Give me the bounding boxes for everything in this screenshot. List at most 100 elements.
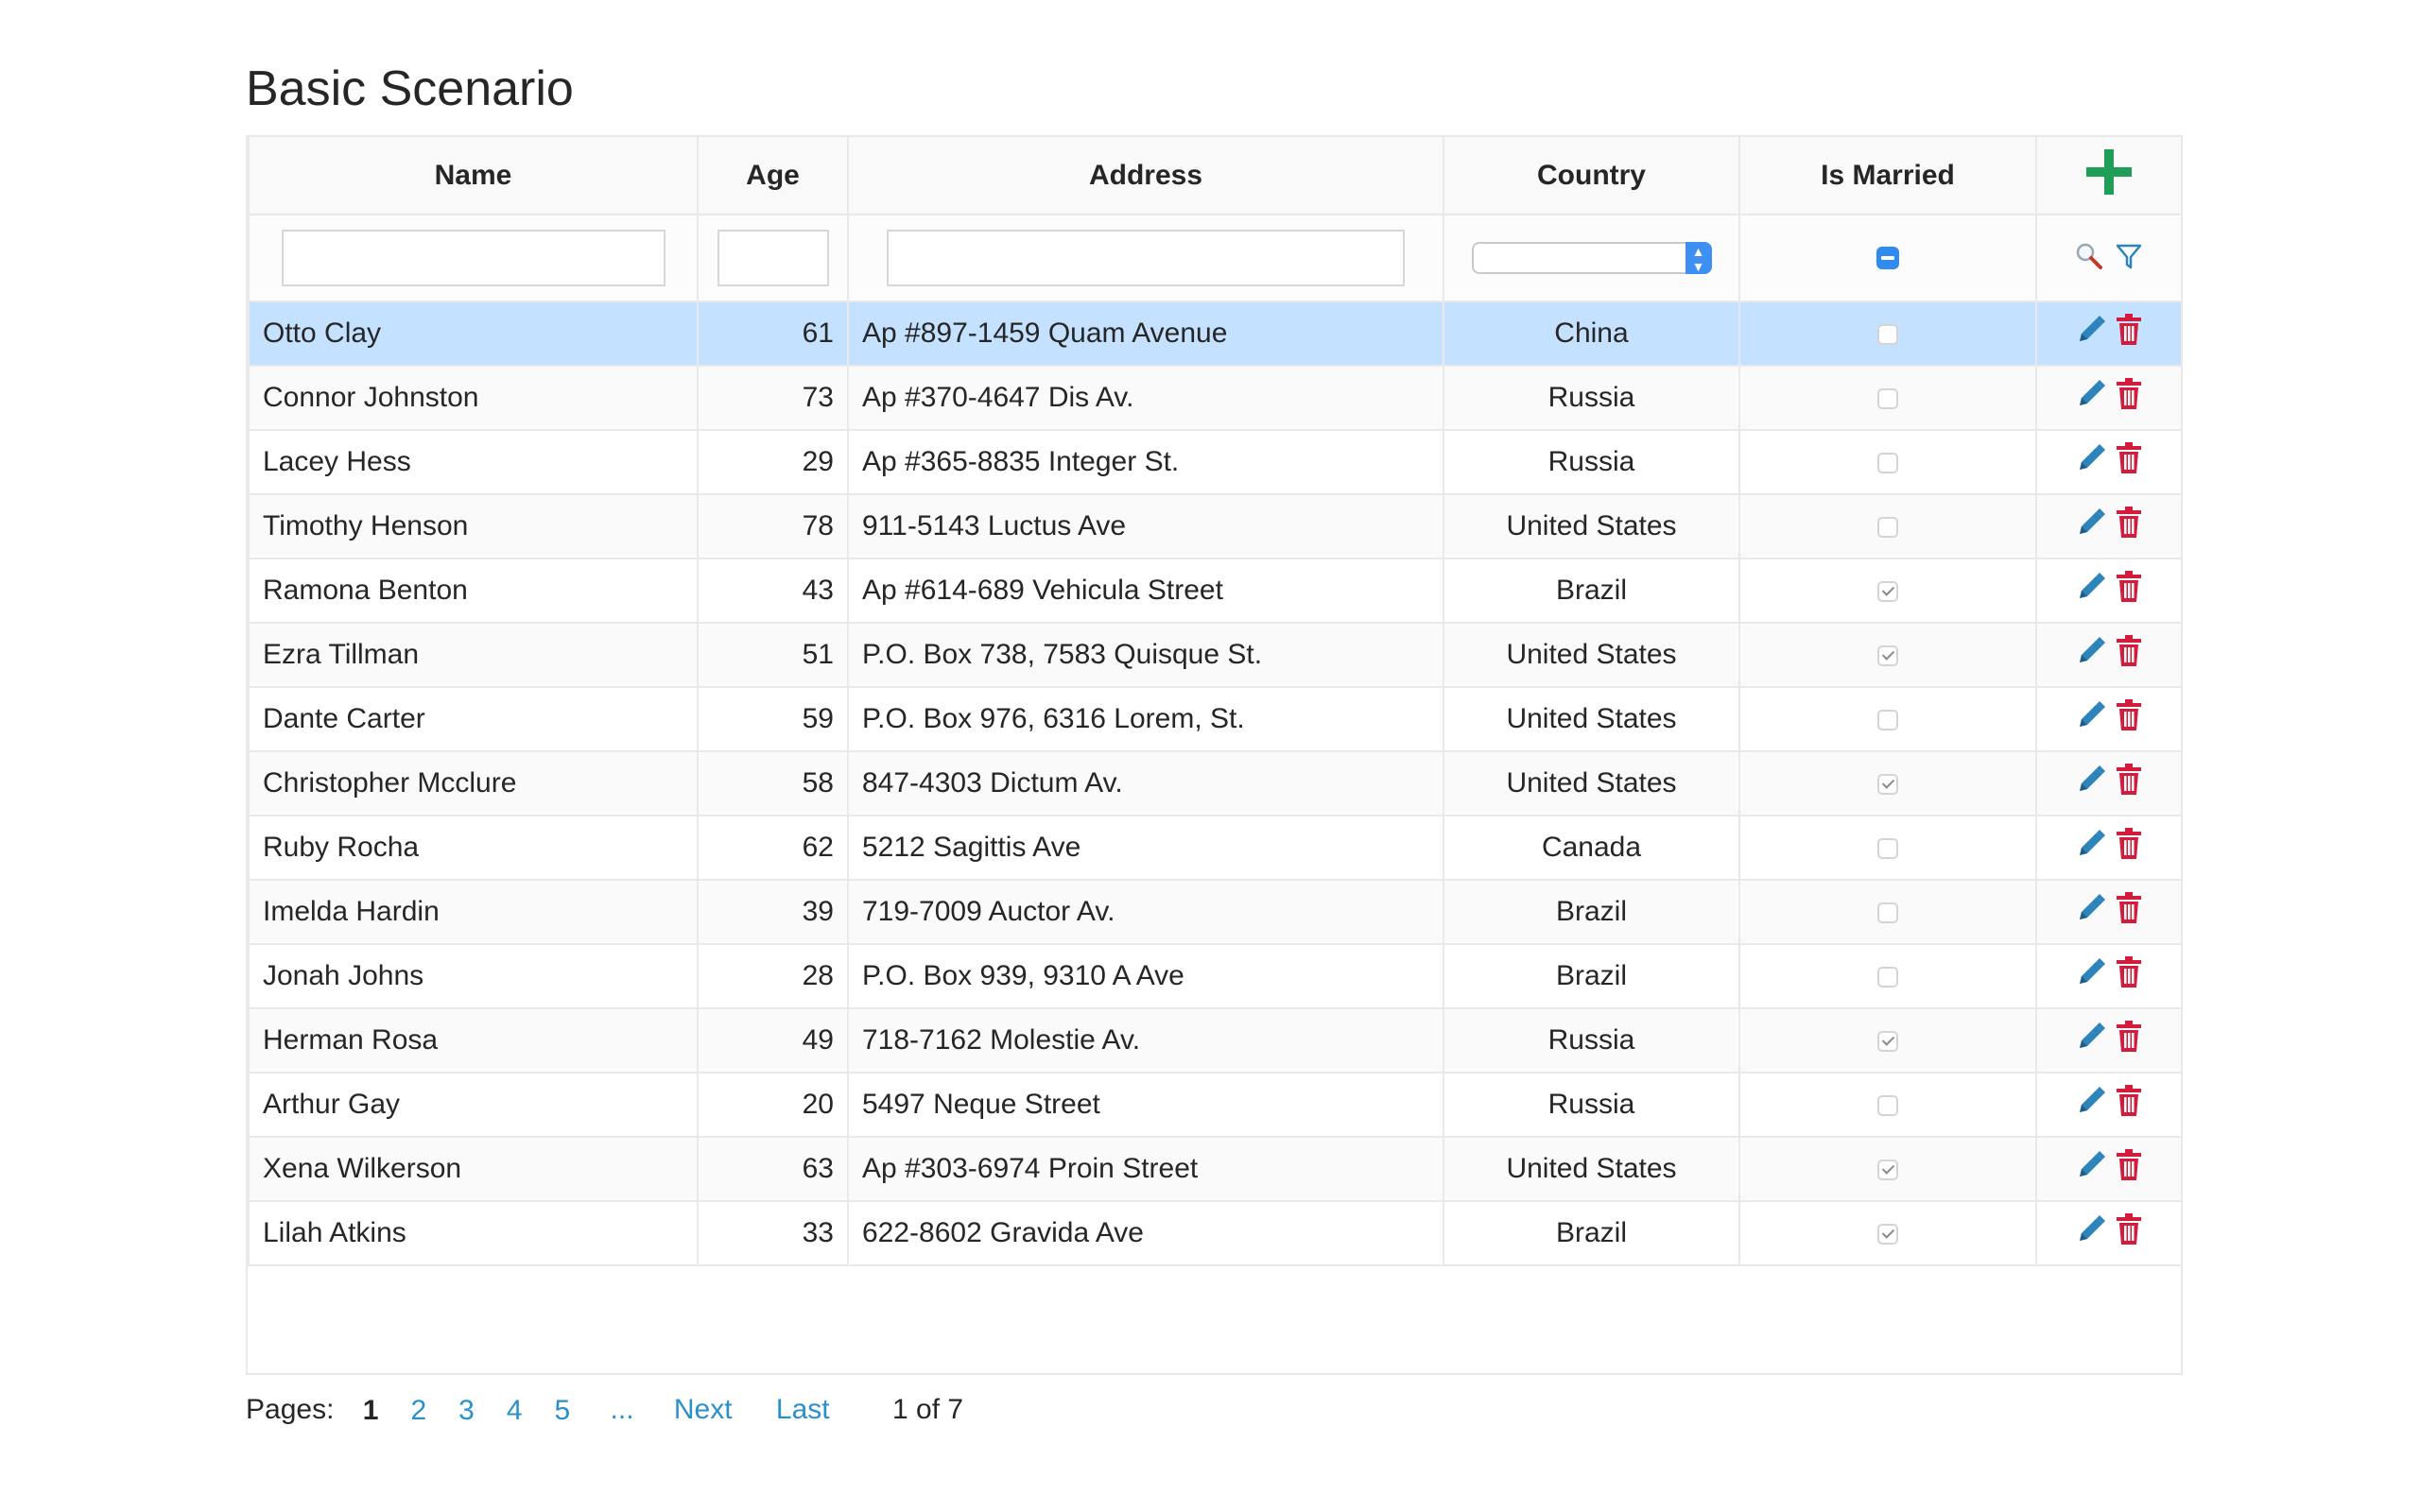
cell-address: P.O. Box 939, 9310 A Ave (847, 943, 1444, 1009)
cell-country: Russia (1443, 429, 1740, 495)
pager-page-5[interactable]: 5 (555, 1395, 571, 1427)
cell-age: 63 (697, 1136, 849, 1202)
married-checkbox (1877, 1224, 1898, 1246)
pager-page-1[interactable]: 1 (363, 1395, 379, 1427)
column-header-country[interactable]: Country (1443, 137, 1740, 215)
table-row[interactable]: Christopher Mcclure 58 847-4303 Dictum Av.… (248, 750, 2183, 816)
trash-icon[interactable] (2115, 1021, 2143, 1060)
pencil-icon[interactable] (2075, 764, 2107, 803)
pencil-icon[interactable] (2075, 1085, 2107, 1125)
trash-icon[interactable] (2115, 378, 2143, 418)
table-row[interactable]: Ruby Rocha 62 5212 Sagittis Ave Canada (248, 815, 2183, 881)
cell-country: United States (1443, 750, 1740, 816)
table-row[interactable]: Lacey Hess 29 Ap #365-8835 Integer St. Russ… (248, 429, 2183, 495)
filter-married-checkbox[interactable] (1876, 247, 1899, 269)
data-grid: Name Age Address Country Is Married ▲ ▼ … (246, 135, 2183, 1375)
table-row[interactable]: Ramona Benton 43 Ap #614-689 Vehicula Stre… (248, 558, 2183, 624)
column-header-control (2035, 137, 2183, 215)
trash-icon[interactable] (2115, 635, 2143, 675)
table-row[interactable]: Connor Johnston 73 Ap #370-4647 Dis Av. Rus… (248, 365, 2183, 431)
trash-icon[interactable] (2115, 507, 2143, 546)
cell-address: 5497 Neque Street (847, 1072, 1444, 1138)
table-row[interactable]: Herman Rosa 49 718-7162 Molestie Av. Russia (248, 1007, 2183, 1074)
cell-age: 73 (697, 365, 849, 431)
cell-control (2035, 1007, 2183, 1074)
trash-icon[interactable] (2115, 442, 2143, 482)
pager-next-link[interactable]: Next (674, 1394, 733, 1426)
pencil-icon[interactable] (2075, 1149, 2107, 1189)
column-header-address[interactable]: Address (847, 137, 1444, 215)
trash-icon[interactable] (2115, 699, 2143, 739)
pager-page-2[interactable]: 2 (410, 1395, 426, 1427)
pencil-icon[interactable] (2075, 507, 2107, 546)
married-checkbox (1877, 902, 1898, 924)
pencil-icon[interactable] (2075, 956, 2107, 996)
married-checkbox (1877, 645, 1898, 667)
filter-icon[interactable] (2115, 242, 2143, 275)
pager-last-link[interactable]: Last (776, 1394, 830, 1426)
trash-icon[interactable] (2115, 1085, 2143, 1125)
pencil-icon[interactable] (2075, 828, 2107, 868)
filter-name-input[interactable] (281, 230, 666, 286)
pencil-icon[interactable] (2075, 442, 2107, 482)
cell-married (1738, 750, 2037, 816)
pencil-icon[interactable] (2075, 892, 2107, 932)
trash-icon[interactable] (2115, 828, 2143, 868)
pencil-icon[interactable] (2075, 635, 2107, 675)
table-row[interactable]: Timothy Henson 78 911-5143 Luctus Ave Unite… (248, 493, 2183, 559)
cell-country: United States (1443, 493, 1740, 559)
column-header-age[interactable]: Age (697, 137, 849, 215)
table-row[interactable]: Imelda Hardin 39 719-7009 Auctor Av. Brazil (248, 879, 2183, 945)
table-row[interactable]: Xena Wilkerson 63 Ap #303-6974 Proin Stree… (248, 1136, 2183, 1202)
pencil-icon[interactable] (2075, 314, 2107, 353)
pencil-icon[interactable] (2075, 1213, 2107, 1253)
trash-icon[interactable] (2115, 956, 2143, 996)
trash-icon[interactable] (2115, 1213, 2143, 1253)
trash-icon[interactable] (2115, 314, 2143, 353)
pencil-icon[interactable] (2075, 571, 2107, 610)
table-row[interactable]: Otto Clay 61 Ap #897-1459 Quam Avenue China (248, 301, 2183, 367)
cell-country: United States (1443, 622, 1740, 688)
cell-married (1738, 493, 2037, 559)
cell-address: P.O. Box 738, 7583 Quisque St. (847, 622, 1444, 688)
filter-age-input[interactable] (717, 230, 829, 286)
cell-married (1738, 943, 2037, 1009)
trash-icon[interactable] (2115, 892, 2143, 932)
cell-married (1738, 1136, 2037, 1202)
filter-address-input[interactable] (887, 230, 1405, 286)
page-title: Basic Scenario (246, 61, 574, 116)
pencil-icon[interactable] (2075, 1021, 2107, 1060)
cell-address: Ap #370-4647 Dis Av. (847, 365, 1444, 431)
cell-married (1738, 815, 2037, 881)
married-checkbox (1877, 838, 1898, 860)
table-row[interactable]: Lilah Atkins 33 622-8602 Gravida Ave Brazil (248, 1200, 2183, 1266)
cell-control (2035, 1200, 2183, 1266)
cell-age: 62 (697, 815, 849, 881)
pencil-icon[interactable] (2075, 378, 2107, 418)
plus-icon[interactable] (2084, 147, 2134, 204)
cell-age: 78 (697, 493, 849, 559)
married-checkbox (1877, 1095, 1898, 1117)
cell-name: Dante Carter (248, 686, 699, 752)
cell-country: Brazil (1443, 558, 1740, 624)
pager-page-3[interactable]: 3 (458, 1395, 475, 1427)
table-row[interactable]: Ezra Tillman 51 P.O. Box 738, 7583 Quisque… (248, 622, 2183, 688)
trash-icon[interactable] (2115, 764, 2143, 803)
trash-icon[interactable] (2115, 571, 2143, 610)
filter-country-select[interactable]: ▲ ▼ (1471, 242, 1712, 274)
cell-control (2035, 879, 2183, 945)
table-row[interactable]: Dante Carter 59 P.O. Box 976, 6316 Lorem, … (248, 686, 2183, 752)
table-row[interactable]: Jonah Johns 28 P.O. Box 939, 9310 A Ave Bra… (248, 943, 2183, 1009)
pager-ellipsis[interactable]: ... (611, 1394, 634, 1426)
column-header-name[interactable]: Name (248, 137, 699, 215)
cell-married (1738, 622, 2037, 688)
trash-icon[interactable] (2115, 1149, 2143, 1189)
table-row[interactable]: Arthur Gay 20 5497 Neque Street Russia (248, 1072, 2183, 1138)
column-header-married[interactable]: Is Married (1738, 137, 2037, 215)
cell-name: Xena Wilkerson (248, 1136, 699, 1202)
pager-page-4[interactable]: 4 (507, 1395, 523, 1427)
cell-name: Connor Johnston (248, 365, 699, 431)
search-icon[interactable] (2075, 242, 2103, 275)
pencil-icon[interactable] (2075, 699, 2107, 739)
cell-address: 718-7162 Molestie Av. (847, 1007, 1444, 1074)
